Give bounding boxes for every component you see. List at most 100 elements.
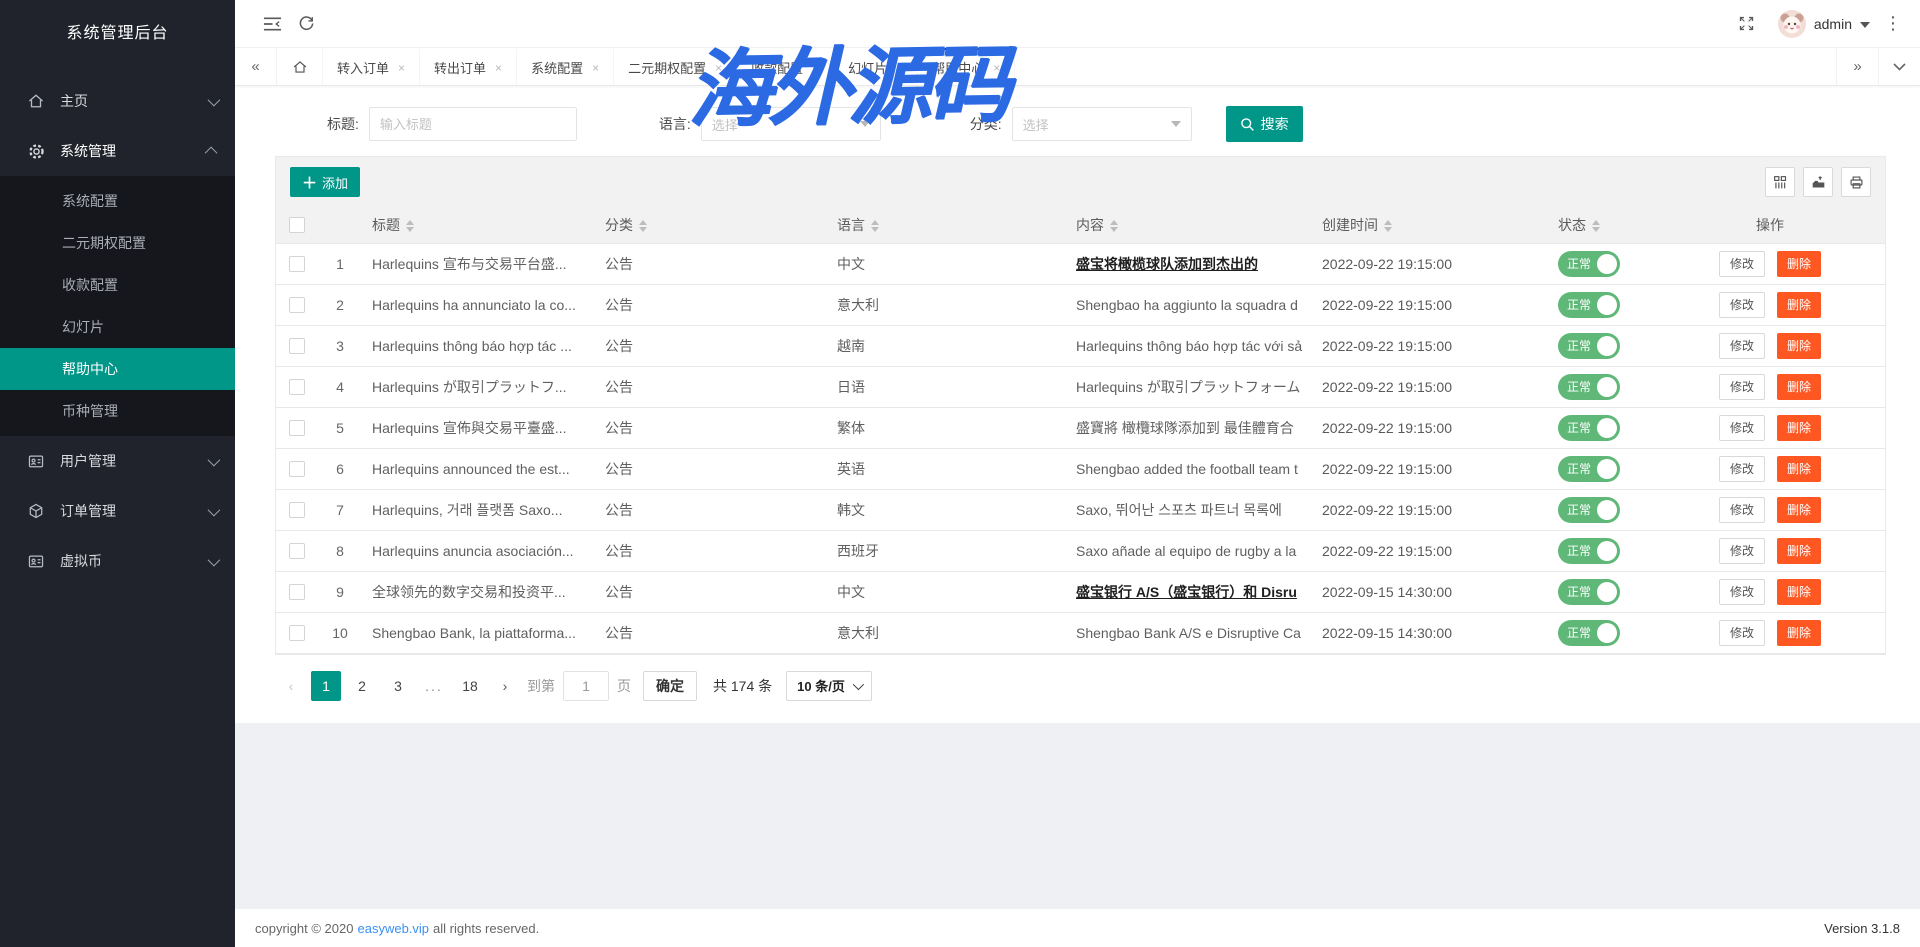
sort-icon[interactable] [1592,220,1600,232]
page-size-select[interactable]: 10 条/页 [786,671,872,701]
sort-icon[interactable] [871,220,879,232]
columns-filter-icon[interactable] [1765,167,1795,197]
search-button[interactable]: 搜索 [1226,106,1303,142]
status-toggle[interactable]: 正常 [1558,620,1620,646]
delete-button[interactable]: 删除 [1777,456,1821,482]
row-checkbox[interactable] [289,502,305,518]
delete-button[interactable]: 删除 [1777,497,1821,523]
more-menu-icon[interactable]: ⋮ [1884,13,1902,34]
sidebar-item-crypto[interactable]: 虚拟币 [0,536,235,586]
tab-help-center[interactable]: 帮助中心× [918,48,1015,85]
page-1-button[interactable]: 1 [311,671,341,701]
page-18-button[interactable]: 18 [455,671,485,701]
row-checkbox[interactable] [289,338,305,354]
status-toggle[interactable]: 正常 [1558,456,1620,482]
tab-binary-options[interactable]: 二元期权配置× [614,48,737,85]
column-header-language[interactable]: 语言 [827,207,1066,243]
close-icon[interactable]: × [592,61,599,75]
edit-button[interactable]: 修改 [1719,292,1765,318]
easyweb-link[interactable]: easyweb.vip [357,921,429,936]
column-header-category[interactable]: 分类 [595,207,827,243]
language-filter-select[interactable]: 选择 [701,107,881,141]
close-icon[interactable]: × [495,61,502,75]
status-toggle[interactable]: 正常 [1558,374,1620,400]
submenu-item-currency[interactable]: 币种管理 [0,390,235,432]
delete-button[interactable]: 删除 [1777,415,1821,441]
delete-button[interactable]: 删除 [1777,579,1821,605]
tabs-scroll-right[interactable]: » [1836,48,1878,85]
column-header-content[interactable]: 内容 [1066,207,1312,243]
status-toggle[interactable]: 正常 [1558,579,1620,605]
edit-button[interactable]: 修改 [1719,497,1765,523]
delete-button[interactable]: 删除 [1777,374,1821,400]
edit-button[interactable]: 修改 [1719,579,1765,605]
row-checkbox[interactable] [289,584,305,600]
close-icon[interactable]: × [812,61,819,75]
submenu-item-binary-options[interactable]: 二元期权配置 [0,222,235,264]
tabs-dropdown[interactable] [1878,48,1920,85]
delete-button[interactable]: 删除 [1777,292,1821,318]
tab-transfer-out[interactable]: 转出订单× [420,48,517,85]
close-icon[interactable]: × [993,61,1000,75]
page-2-button[interactable]: 2 [347,671,377,701]
column-header-created[interactable]: 创建时间 [1312,207,1548,243]
status-toggle[interactable]: 正常 [1558,538,1620,564]
status-toggle[interactable]: 正常 [1558,333,1620,359]
status-toggle[interactable]: 正常 [1558,292,1620,318]
add-button[interactable]: ＋添加 [290,167,360,197]
jump-page-input[interactable] [563,671,609,701]
tab-slides[interactable]: 幻灯片× [834,48,918,85]
sidebar-item-users[interactable]: 用户管理 [0,436,235,486]
row-checkbox[interactable] [289,625,305,641]
edit-button[interactable]: 修改 [1719,538,1765,564]
edit-button[interactable]: 修改 [1719,374,1765,400]
submenu-item-payment-config[interactable]: 收款配置 [0,264,235,306]
submenu-item-help-center[interactable]: 帮助中心 [0,348,235,390]
row-checkbox[interactable] [289,543,305,559]
row-checkbox[interactable] [289,461,305,477]
export-icon[interactable] [1803,167,1833,197]
print-icon[interactable] [1841,167,1871,197]
sidebar-item-home[interactable]: 主页 [0,76,235,126]
sidebar-item-system[interactable]: 系统管理 [0,126,235,176]
tabs-scroll-left[interactable]: « [235,48,277,85]
tab-system-config[interactable]: 系统配置× [517,48,614,85]
select-all-checkbox[interactable] [289,217,305,233]
row-checkbox[interactable] [289,297,305,313]
edit-button[interactable]: 修改 [1719,456,1765,482]
refresh-icon[interactable] [289,7,323,41]
close-icon[interactable]: × [896,61,903,75]
edit-button[interactable]: 修改 [1719,251,1765,277]
delete-button[interactable]: 删除 [1777,251,1821,277]
close-icon[interactable]: × [398,61,405,75]
row-checkbox[interactable] [289,379,305,395]
edit-button[interactable]: 修改 [1719,333,1765,359]
status-toggle[interactable]: 正常 [1558,251,1620,277]
tab-home[interactable] [277,48,323,85]
status-toggle[interactable]: 正常 [1558,415,1620,441]
delete-button[interactable]: 删除 [1777,620,1821,646]
sort-icon[interactable] [406,220,414,232]
delete-button[interactable]: 删除 [1777,333,1821,359]
category-filter-select[interactable]: 选择 [1012,107,1192,141]
row-checkbox[interactable] [289,420,305,436]
user-menu[interactable]: admin [1778,10,1870,38]
page-3-button[interactable]: 3 [383,671,413,701]
close-icon[interactable]: × [715,61,722,75]
column-header-status[interactable]: 状态 [1548,207,1655,243]
edit-button[interactable]: 修改 [1719,620,1765,646]
row-checkbox[interactable] [289,256,305,272]
sort-icon[interactable] [1110,220,1118,232]
sort-icon[interactable] [1384,220,1392,232]
delete-button[interactable]: 删除 [1777,538,1821,564]
submenu-item-slides[interactable]: 幻灯片 [0,306,235,348]
edit-button[interactable]: 修改 [1719,415,1765,441]
sidebar-item-orders[interactable]: 订单管理 [0,486,235,536]
jump-confirm-button[interactable]: 确定 [643,671,697,701]
title-filter-input[interactable] [369,107,577,141]
next-page-button[interactable]: › [491,671,519,701]
sort-icon[interactable] [639,220,647,232]
status-toggle[interactable]: 正常 [1558,497,1620,523]
tab-transfer-in[interactable]: 转入订单× [323,48,420,85]
tab-payment-config[interactable]: 收款配置× [737,48,834,85]
